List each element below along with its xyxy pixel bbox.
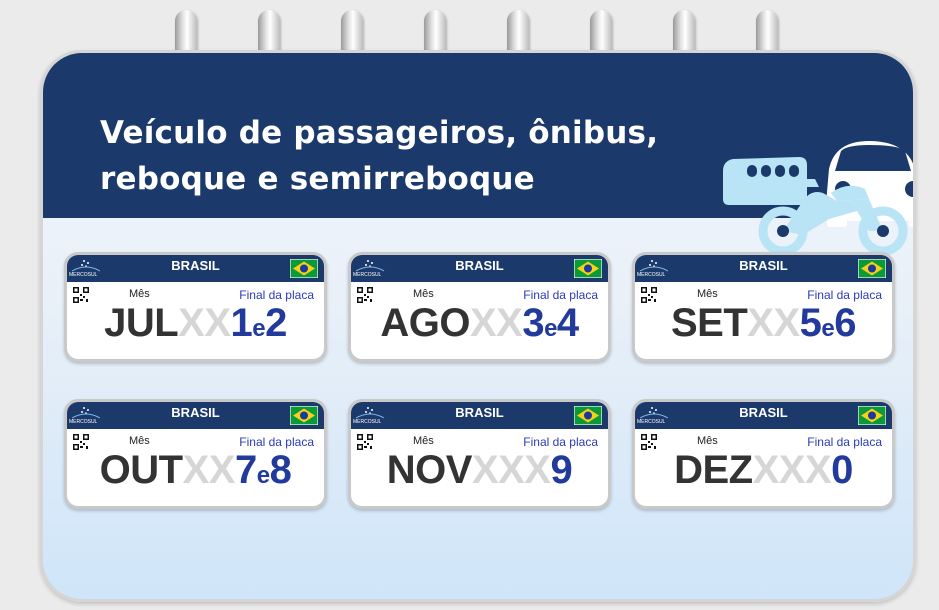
country-label: BRASIL <box>455 258 504 273</box>
bus-icon <box>723 157 807 205</box>
brazil-flag-icon <box>573 258 603 279</box>
plate-header: MERCOSUL BRASIL <box>67 402 324 429</box>
plate-final-digit: 6 <box>834 301 856 345</box>
plate-final-digit: 5 <box>799 301 822 345</box>
title-line-2: reboque e semirreboque <box>100 161 535 197</box>
plate-header: MERCOSUL BRASIL <box>635 255 892 282</box>
plate-header: MERCOSUL BRASIL <box>67 255 324 282</box>
digit-separator: e <box>821 315 835 342</box>
plate-code: AGOXX3e4 <box>351 299 608 353</box>
plate-final-digit: 8 <box>269 448 292 492</box>
digit-separator: e <box>256 462 270 489</box>
plate-final-digit: 3 <box>522 301 545 345</box>
license-plate-set: MERCOSUL BRASIL Mês Final da placa SETXX5e6 <box>632 252 895 362</box>
month-code: JUL <box>104 301 179 345</box>
plate-final-digit: 2 <box>265 301 287 345</box>
brazil-flag-icon <box>289 258 319 279</box>
country-label: BRASIL <box>171 405 220 420</box>
country-label: BRASIL <box>739 405 788 420</box>
license-plate-ago: MERCOSUL BRASIL Mês Final da placa AGOXX3e4 <box>348 252 611 362</box>
license-plate-out: MERCOSUL BRASIL Mês Final da placa OUTXX7e8 <box>64 399 327 509</box>
country-label: BRASIL <box>739 258 788 273</box>
brazil-flag-icon <box>573 405 603 426</box>
month-code: SET <box>670 301 748 345</box>
plate-code: SETXX5e6 <box>635 299 892 353</box>
month-code: OUT <box>99 448 183 492</box>
brazil-flag-icon <box>857 405 887 426</box>
masked-characters: XX <box>469 301 523 345</box>
plate-final-digit: 9 <box>550 448 573 492</box>
plate-final-digit: 0 <box>831 448 853 492</box>
plate-code: OUTXX7e8 <box>67 446 324 500</box>
masked-characters: XXX <box>752 448 832 492</box>
month-code: DEZ <box>674 448 753 492</box>
license-plate-jul: MERCOSUL BRASIL Mês Final da placa JULXX1e2 <box>64 252 327 362</box>
masked-characters: XXX <box>471 448 551 492</box>
plate-final-digit: 1 <box>230 301 253 345</box>
plate-code: DEZXXX0 <box>635 446 892 494</box>
license-plate-dez: MERCOSUL BRASIL Mês Final da placa DEZXXX0 <box>632 399 895 509</box>
plate-header: MERCOSUL BRASIL <box>351 255 608 282</box>
plate-header: MERCOSUL BRASIL <box>635 402 892 429</box>
masked-characters: XX <box>747 301 800 345</box>
month-code: AGO <box>380 301 470 345</box>
masked-characters: XX <box>182 448 236 492</box>
plate-final-digit: 7 <box>234 448 257 492</box>
title-line-1: Veículo de passageiros, ônibus, <box>100 115 659 151</box>
digit-separator: e <box>544 315 557 342</box>
month-code: NOV <box>386 448 473 492</box>
masked-characters: XX <box>178 301 231 345</box>
plate-header: MERCOSUL BRASIL <box>351 402 608 429</box>
brazil-flag-icon <box>857 258 887 279</box>
plate-code: NOVXXX9 <box>351 446 608 494</box>
country-label: BRASIL <box>171 258 220 273</box>
plate-code: JULXX1e2 <box>67 299 324 353</box>
country-label: BRASIL <box>455 405 504 420</box>
digit-separator: e <box>252 315 266 342</box>
vehicles-illustration <box>723 141 913 256</box>
brazil-flag-icon <box>289 405 319 426</box>
license-plate-nov: MERCOSUL BRASIL Mês Final da placa NOVXXX9 <box>348 399 611 509</box>
plate-final-digit: 4 <box>556 301 579 345</box>
